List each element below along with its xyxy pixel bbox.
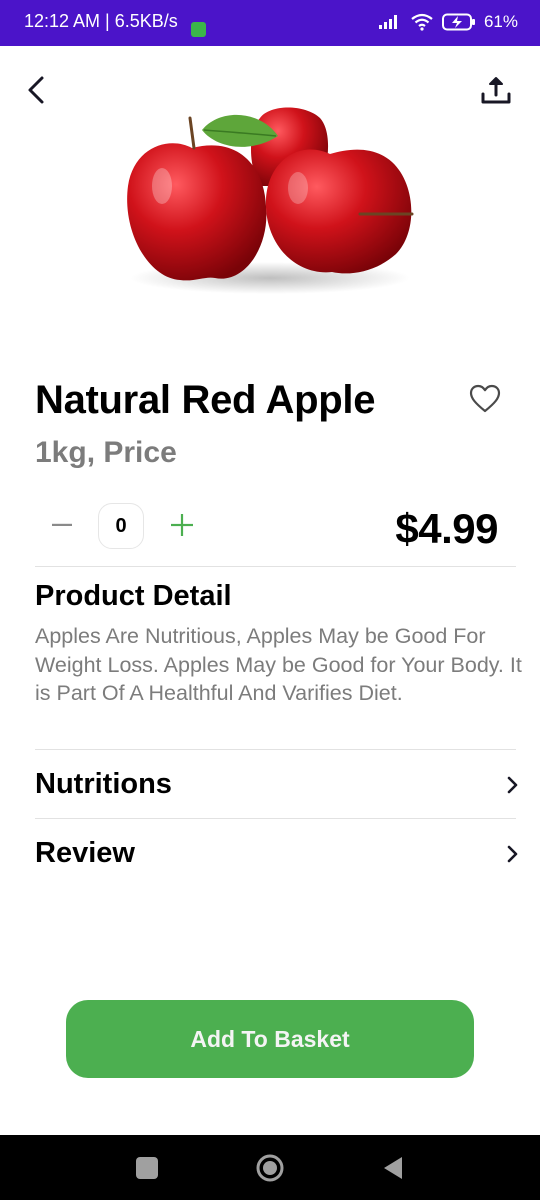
back-triangle-icon[interactable] (378, 1153, 408, 1183)
back-button[interactable] (18, 70, 54, 110)
app-notification-icon (191, 22, 206, 37)
share-button[interactable] (476, 70, 516, 110)
status-bar: 12:12 AM | 6.5KB/s 61% (0, 0, 540, 46)
home-circle-icon[interactable] (255, 1153, 285, 1183)
battery-charging-icon (441, 13, 475, 31)
chevron-right-icon (507, 845, 518, 863)
system-navigation-bar (0, 1135, 540, 1200)
signal-icon (378, 15, 397, 29)
chevron-left-icon (28, 76, 44, 104)
product-title: Natural Red Apple (35, 378, 376, 422)
review-label: Review (35, 837, 135, 869)
divider (35, 749, 516, 750)
quantity-input[interactable]: 0 (98, 503, 144, 549)
add-to-basket-label: Add To Basket (190, 1025, 350, 1052)
add-to-basket-button[interactable]: Add To Basket (66, 1000, 474, 1078)
heart-outline-icon (469, 384, 501, 413)
status-icons: 61% (378, 12, 518, 32)
divider (35, 818, 516, 819)
product-unit-price-label: 1kg, Price (35, 436, 177, 469)
product-detail-text: Apples Are Nutritious, Apples May be Goo… (35, 624, 522, 705)
nutritions-label: Nutritions (35, 768, 172, 800)
wifi-icon (411, 13, 433, 31)
recents-square-icon[interactable] (132, 1153, 162, 1183)
quantity-row: 0 $4.99 (35, 500, 515, 556)
favorite-button[interactable] (468, 382, 502, 416)
chevron-right-icon (507, 776, 518, 794)
divider (35, 566, 516, 567)
nutritions-row[interactable]: Nutritions (35, 754, 520, 814)
battery-percentage: 61% (483, 12, 518, 31)
status-time: 12:12 AM | 6.5KB/s (24, 11, 178, 31)
increase-quantity-button[interactable] (167, 508, 197, 542)
review-row[interactable]: Review (35, 823, 520, 883)
upload-share-icon (481, 77, 511, 104)
minus-icon (52, 523, 72, 526)
product-detail-heading: Product Detail (35, 580, 232, 612)
product-image (127, 107, 414, 294)
plus-icon (171, 514, 193, 536)
product-price: $4.99 (395, 505, 498, 552)
decrease-quantity-button[interactable] (47, 508, 77, 542)
